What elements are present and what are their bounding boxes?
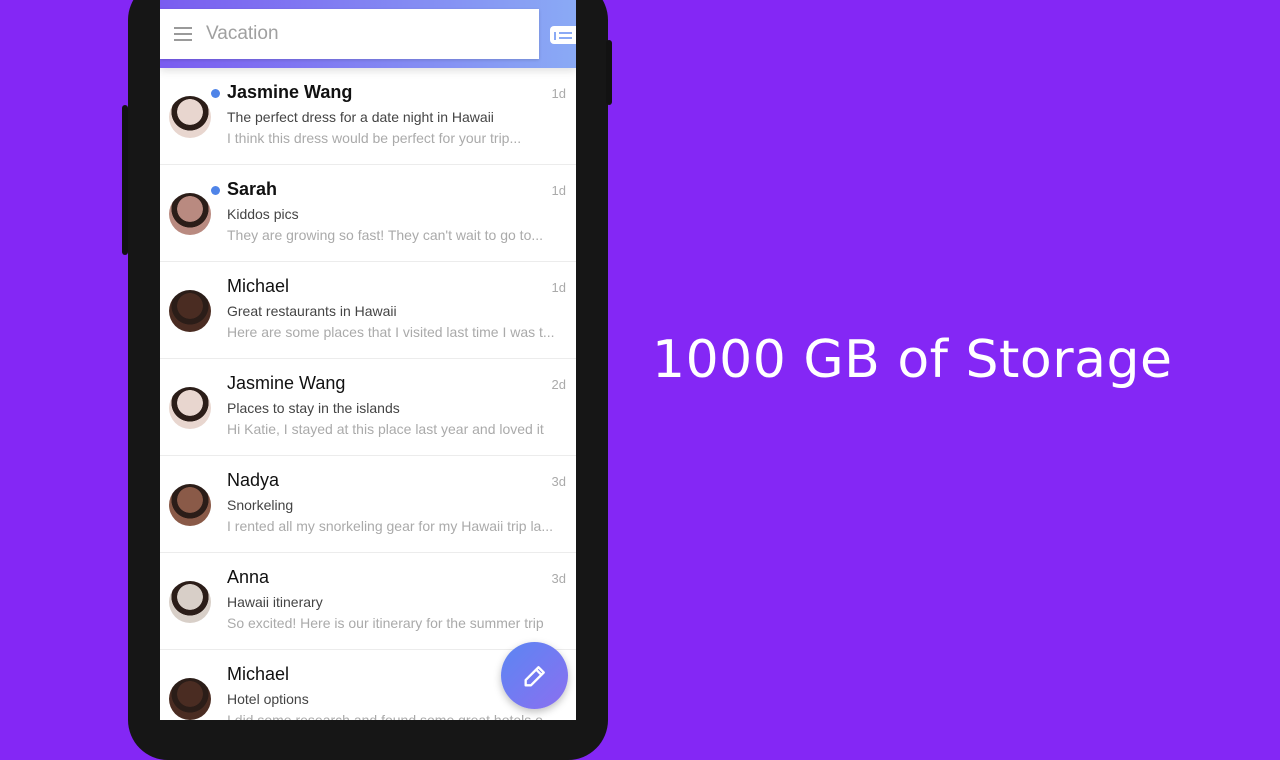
sender-name: Anna (227, 567, 270, 587)
email-list-item[interactable]: Michael 1d Great restaurants in Hawaii H… (160, 262, 576, 359)
email-list-item[interactable]: Anna 3d Hawaii itinerary So excited! Her… (160, 553, 576, 650)
top-bar: Vacation (160, 0, 576, 68)
phone-side-button (606, 40, 612, 105)
avatar (169, 96, 211, 138)
unread-dot-icon (211, 89, 220, 98)
sender-name: Nadya (227, 470, 280, 490)
email-list-item[interactable]: Sarah 1d Kiddos pics They are growing so… (160, 165, 576, 262)
email-subject: Snorkeling (227, 497, 294, 513)
email-subject: Hotel options (227, 691, 309, 707)
hamburger-menu-icon[interactable] (174, 27, 192, 41)
unread-dot-icon (211, 186, 220, 195)
avatar (169, 581, 211, 623)
email-preview: They are growing so fast! They can't wai… (227, 227, 544, 243)
email-preview: I did some research and found some great… (227, 712, 555, 720)
avatar (169, 387, 211, 429)
timestamp: 2d (551, 377, 566, 392)
sender-name: Michael (227, 664, 290, 684)
email-subject: Great restaurants in Hawaii (227, 303, 397, 319)
timestamp: 1d (551, 86, 566, 101)
timestamp: 1d (551, 280, 566, 295)
contact-card-icon[interactable] (550, 26, 576, 44)
email-preview: Here are some places that I visited last… (227, 324, 555, 340)
sender-name: Sarah (227, 179, 278, 199)
email-list-item[interactable]: Jasmine Wang 2d Places to stay in the is… (160, 359, 576, 456)
email-list-item[interactable]: Nadya 3d Snorkeling I rented all my snor… (160, 456, 576, 553)
timestamp: 3d (551, 571, 566, 586)
headline-text: 1000 GB of Storage (652, 330, 1173, 390)
email-preview: So excited! Here is our itinerary for th… (227, 615, 544, 631)
email-preview: Hi Katie, I stayed at this place last ye… (227, 421, 544, 437)
search-bar[interactable]: Vacation (160, 9, 539, 59)
sender-name: Jasmine Wang (227, 373, 346, 393)
timestamp: 1d (551, 183, 566, 198)
avatar (169, 193, 211, 235)
avatar (169, 484, 211, 526)
avatar (169, 678, 211, 720)
timestamp: 3d (551, 474, 566, 489)
pencil-icon (524, 665, 545, 686)
email-subject: Kiddos pics (227, 206, 299, 222)
email-list-item[interactable]: Jasmine Wang 1d The perfect dress for a … (160, 68, 576, 165)
sender-name: Jasmine Wang (227, 82, 353, 102)
phone-side-button (122, 105, 128, 255)
avatar (169, 290, 211, 332)
mail-app-screen: Vacation Jasmine Wang 1d The perfect dre… (160, 0, 576, 720)
sender-name: Michael (227, 276, 290, 296)
email-subject: Places to stay in the islands (227, 400, 400, 416)
email-preview: I rented all my snorkeling gear for my H… (227, 518, 554, 534)
email-list: Jasmine Wang 1d The perfect dress for a … (160, 68, 576, 720)
email-subject: Hawaii itinerary (227, 594, 323, 610)
email-preview: I think this dress would be perfect for … (227, 130, 522, 146)
compose-button[interactable] (501, 642, 568, 709)
email-subject: The perfect dress for a date night in Ha… (227, 109, 494, 125)
search-input[interactable]: Vacation (206, 23, 279, 45)
